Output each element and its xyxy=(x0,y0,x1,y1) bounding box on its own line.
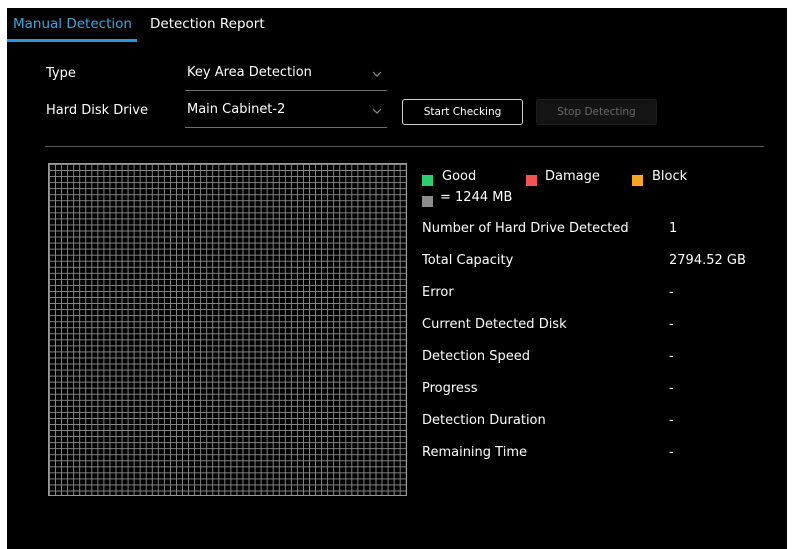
info-value: - xyxy=(669,413,674,428)
type-select[interactable]: Key Area Detection xyxy=(185,63,387,91)
unit-swatch xyxy=(422,196,433,207)
info-label: Progress xyxy=(422,381,478,396)
info-label: Detection Speed xyxy=(422,349,531,364)
info-value: - xyxy=(669,285,674,300)
info-value: - xyxy=(669,381,674,396)
block-swatch xyxy=(632,175,643,186)
damage-swatch xyxy=(526,175,537,186)
tab-detection-report[interactable]: Detection Report xyxy=(150,8,265,42)
chevron-down-icon xyxy=(372,71,382,77)
type-label: Type xyxy=(46,66,76,81)
info-label: Number of Hard Drive Detected xyxy=(422,221,629,236)
info-label: Detection Duration xyxy=(422,413,546,428)
disk-block-map xyxy=(48,163,407,496)
legend-unit-label: = 1244 MB xyxy=(440,190,513,205)
hdd-select-value: Main Cabinet-2 xyxy=(187,102,286,117)
info-label: Remaining Time xyxy=(422,445,527,460)
type-select-value: Key Area Detection xyxy=(187,65,312,80)
active-tab-indicator xyxy=(7,39,137,42)
stop-detecting-button[interactable]: Stop Detecting xyxy=(536,99,657,125)
info-label: Total Capacity xyxy=(422,253,514,268)
hdd-select[interactable]: Main Cabinet-2 xyxy=(185,100,387,128)
info-value: - xyxy=(669,317,674,332)
section-divider xyxy=(45,146,764,147)
info-value: 2794.52 GB xyxy=(669,253,746,268)
info-value: 1 xyxy=(669,221,678,236)
legend-block-label: Block xyxy=(652,169,688,184)
good-swatch xyxy=(422,175,433,186)
tab-manual-detection[interactable]: Manual Detection xyxy=(7,8,137,42)
detection-panel: Manual Detection Detection Report Type K… xyxy=(7,8,787,549)
hdd-label: Hard Disk Drive xyxy=(46,103,148,118)
info-value: - xyxy=(669,445,674,460)
chevron-down-icon xyxy=(372,108,382,114)
legend-good-label: Good xyxy=(442,169,477,184)
info-label: Current Detected Disk xyxy=(422,317,567,332)
tab-detection-report-label: Detection Report xyxy=(150,16,265,32)
info-value: - xyxy=(669,349,674,364)
info-label: Error xyxy=(422,285,454,300)
tab-manual-detection-label: Manual Detection xyxy=(13,16,132,32)
start-checking-button[interactable]: Start Checking xyxy=(402,99,523,125)
legend-damage-label: Damage xyxy=(545,169,600,184)
